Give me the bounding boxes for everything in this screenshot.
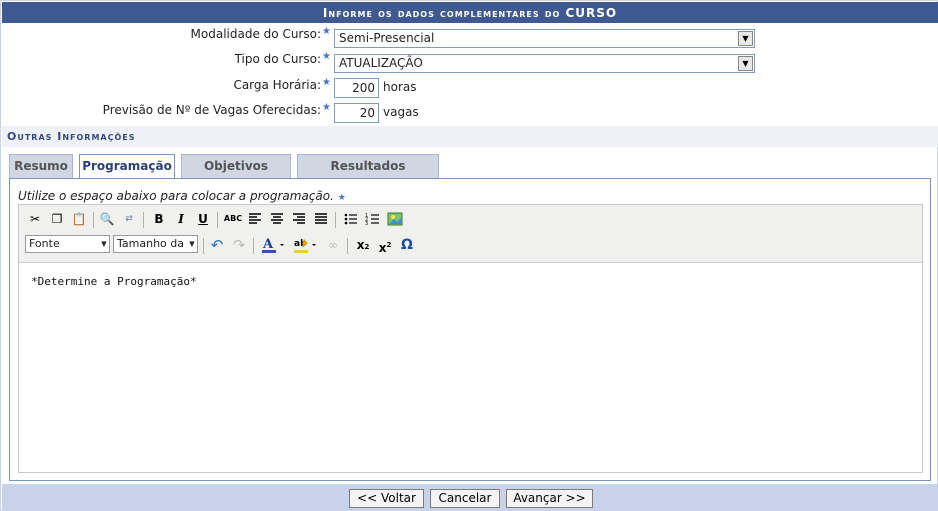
- toolbar-separator: [335, 212, 336, 228]
- link-icon[interactable]: ∞: [323, 235, 343, 255]
- editor-hint: Utilize o espaço abaixo para colocar a p…: [18, 189, 346, 203]
- form-caption: Informe os dados complementares do CURSO: [2, 2, 938, 23]
- dropdown-arrow-icon: ▼: [99, 236, 109, 252]
- modalidade-select[interactable]: Semi-Presencial ▼: [334, 29, 755, 48]
- tab-resultados-esperados[interactable]: Resultados Esperados: [297, 154, 439, 196]
- bold-icon[interactable]: B: [149, 209, 169, 229]
- toolbar-separator: [93, 212, 94, 228]
- font-select[interactable]: Fonte ▼: [25, 235, 110, 253]
- align-left-icon[interactable]: [245, 209, 265, 229]
- tipo-select[interactable]: ATUALIZAÇÃO ▼: [334, 54, 755, 73]
- tab-programacao[interactable]: Programação: [79, 154, 175, 179]
- font-color-icon[interactable]: A: [259, 235, 287, 255]
- svg-text:3: 3: [365, 221, 368, 227]
- font-size-select[interactable]: Tamanho da Fonte ▼: [113, 235, 198, 253]
- vagas-row: Previsão de Nº de Vagas Oferecidas: ★ 20…: [2, 99, 938, 124]
- font-size-select-value: Tamanho da Fonte: [117, 237, 197, 250]
- carga-row: Carga Horária: ★ 200 horas: [2, 74, 938, 99]
- tipo-label: Tipo do Curso:: [234, 52, 321, 66]
- toolbar-row-2: Fonte ▼ Tamanho da Fonte ▼ ↶ ↷ A: [25, 235, 915, 257]
- dropdown-arrow-icon[interactable]: ▼: [738, 31, 753, 46]
- vagas-unit: vagas: [383, 105, 419, 119]
- footer-bar: << Voltar Cancelar Avançar >>: [2, 484, 938, 511]
- required-icon: ★: [322, 26, 331, 37]
- toolbar-separator: [253, 238, 254, 254]
- editor-content[interactable]: *Determine a Programação*: [31, 275, 197, 288]
- image-icon[interactable]: [385, 209, 405, 229]
- subscript-icon[interactable]: x2: [353, 235, 373, 255]
- carga-unit: horas: [383, 80, 417, 94]
- superscript-icon[interactable]: x2: [375, 235, 395, 255]
- tab-objetivos-gerais[interactable]: Objetivos Gerais: [181, 154, 291, 196]
- required-icon: ★: [337, 193, 346, 203]
- next-button[interactable]: Avançar >>: [506, 489, 593, 508]
- required-icon: ★: [322, 102, 331, 113]
- redo-icon[interactable]: ↷: [229, 235, 249, 255]
- toolbar-separator: [203, 238, 204, 254]
- back-button[interactable]: << Voltar: [349, 489, 424, 508]
- svg-text:A: A: [262, 237, 274, 252]
- carga-horaria-input[interactable]: 200: [334, 78, 379, 98]
- section-title: Outras Informações: [2, 126, 938, 147]
- paste-icon[interactable]: 📋: [69, 209, 89, 229]
- cancel-button[interactable]: Cancelar: [430, 489, 500, 508]
- replace-icon[interactable]: ⇄: [119, 209, 139, 229]
- toolbar-row-1: ✂ ❐ 📋 🔍 ⇄ B I U ABC 1 2 3: [25, 209, 915, 231]
- toolbar-separator: [143, 212, 144, 228]
- rich-text-editor[interactable]: ✂ ❐ 📋 🔍 ⇄ B I U ABC 1 2 3 Fonte ▼ Tamanh…: [18, 204, 923, 473]
- tab-panel: Utilize o espaço abaixo para colocar a p…: [9, 178, 931, 481]
- tipo-value: ATUALIZAÇÃO: [339, 56, 423, 70]
- tab-resumo[interactable]: Resumo: [9, 154, 73, 178]
- modalidade-label: Modalidade do Curso:: [190, 27, 321, 41]
- justify-icon[interactable]: [311, 209, 331, 229]
- modalidade-value: Semi-Presencial: [339, 31, 435, 45]
- underline-icon[interactable]: U: [193, 209, 213, 229]
- carga-label: Carga Horária:: [233, 78, 321, 92]
- align-right-icon[interactable]: [289, 209, 309, 229]
- numbered-list-icon[interactable]: 123: [363, 209, 383, 229]
- editor-toolbar: ✂ ❐ 📋 🔍 ⇄ B I U ABC 1 2 3 Fonte ▼ Tamanh…: [19, 205, 922, 263]
- form-fields: Modalidade do Curso: ★ Semi-Presencial ▼…: [2, 23, 938, 126]
- undo-icon[interactable]: ↶: [207, 235, 227, 255]
- cut-icon[interactable]: ✂: [25, 209, 45, 229]
- bullet-list-icon[interactable]: [341, 209, 361, 229]
- toolbar-separator: [347, 238, 348, 254]
- vagas-input[interactable]: 20: [334, 103, 379, 123]
- dropdown-arrow-icon: ▼: [187, 236, 197, 252]
- modalidade-row: Modalidade do Curso: ★ Semi-Presencial ▼: [2, 23, 938, 48]
- vagas-label: Previsão de Nº de Vagas Oferecidas:: [102, 103, 321, 117]
- spellcheck-icon[interactable]: ABC: [223, 209, 243, 229]
- required-icon: ★: [322, 51, 331, 62]
- find-icon[interactable]: 🔍: [97, 209, 117, 229]
- omega-icon[interactable]: Ω: [397, 235, 417, 255]
- highlight-icon[interactable]: ab: [291, 235, 319, 255]
- required-icon: ★: [322, 77, 331, 88]
- tipo-row: Tipo do Curso: ★ ATUALIZAÇÃO ▼: [2, 48, 938, 73]
- editor-hint-text: Utilize o espaço abaixo para colocar a p…: [18, 189, 334, 203]
- toolbar-separator: [217, 212, 218, 228]
- page-frame: Informe os dados complementares do CURSO…: [0, 0, 938, 511]
- dropdown-arrow-icon[interactable]: ▼: [738, 56, 753, 71]
- font-select-value: Fonte: [29, 237, 60, 250]
- copy-icon[interactable]: ❐: [47, 209, 67, 229]
- italic-icon[interactable]: I: [171, 209, 191, 229]
- align-center-icon[interactable]: [267, 209, 287, 229]
